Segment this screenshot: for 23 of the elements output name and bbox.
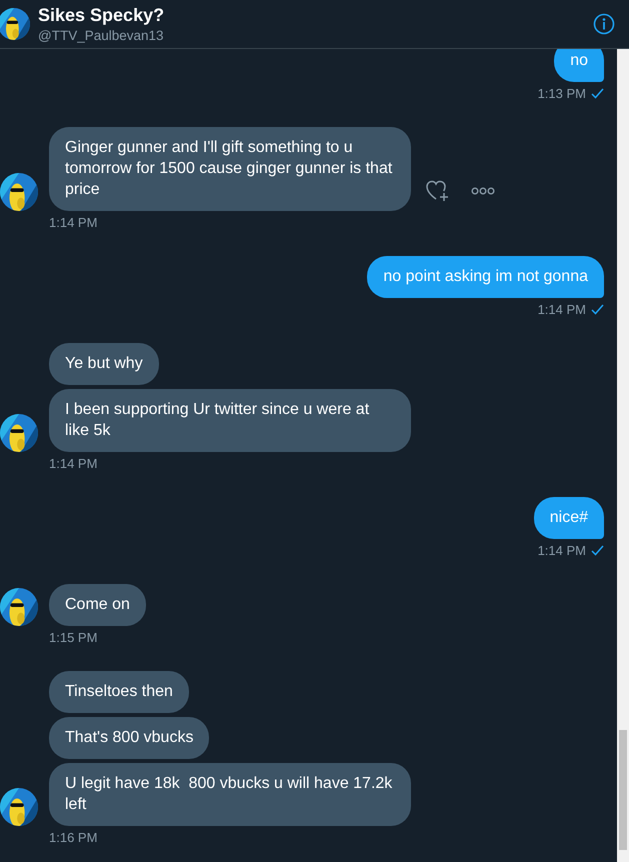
timestamp: 1:14 PM xyxy=(49,456,98,471)
timestamp: 1:16 PM xyxy=(49,830,98,845)
message-bubble: I been supporting Ur twitter since u were at like 5k xyxy=(49,389,411,452)
user-handle: @TTV_Paulbevan13 xyxy=(38,26,165,44)
message-bubble: That's 800 vbucks xyxy=(49,717,210,759)
message-bubble: Tinseltoes then xyxy=(49,671,189,713)
timestamp: 1:14 PM xyxy=(538,543,586,558)
message-bubble: nice# xyxy=(534,497,604,539)
message-bubble: no xyxy=(554,49,604,82)
message-bubble: Ginger gunner and I'll gift something to u tomorrow for 1500 cause ginger gunner is that price xyxy=(49,127,411,211)
timestamp: 1:13 PM xyxy=(538,86,586,101)
message-bubble: Ye but why xyxy=(49,343,159,385)
scrollbar[interactable] xyxy=(617,49,629,862)
message-bubble: no point asking im not gonna xyxy=(367,256,604,298)
message-bubble: Come on xyxy=(49,584,146,626)
timestamp: 1:14 PM xyxy=(49,215,98,230)
message-bubble: U legit have 18k 800 vbucks u will have 17.2k left xyxy=(49,763,411,826)
more-icon[interactable] xyxy=(471,186,495,196)
timestamp: 1:14 PM xyxy=(538,302,586,317)
heart-plus-icon[interactable] xyxy=(425,179,451,203)
timestamp: 1:15 PM xyxy=(49,630,98,645)
conversation-title: Sikes Specky? xyxy=(38,4,166,26)
info-icon[interactable] xyxy=(593,13,615,35)
